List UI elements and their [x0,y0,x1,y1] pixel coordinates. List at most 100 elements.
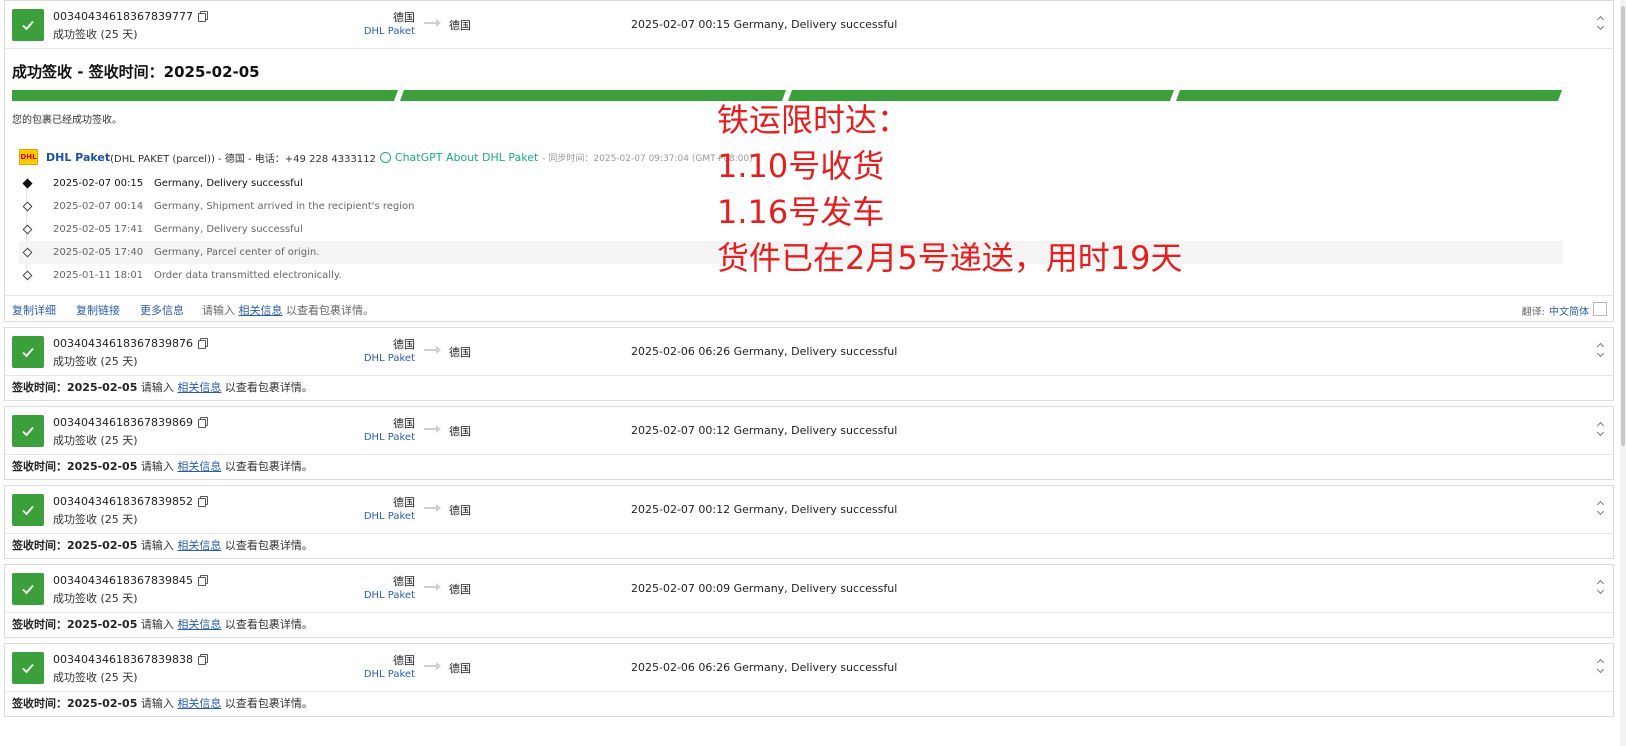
chatgpt-icon [379,151,391,163]
card-footer: 签收时间：2025-02-05 请输入 相关信息 以查看包裹详情。 [5,691,1613,717]
delivered-title: 成功签收 - 签收时间：2025-02-05 [12,63,260,81]
delivered-message: 您的包裹已经成功签收。 [12,115,122,126]
annotation-line: 1.16号发车 [717,193,885,231]
related-info-link[interactable]: 相关信息 [177,539,221,552]
copy-icon[interactable] [197,654,208,665]
expand-toggle-icon[interactable] [1597,658,1605,674]
destination-country: 德国 [449,425,471,438]
card-footer: 签收时间：2025-02-05 请输入 相关信息 以查看包裹详情。 [5,454,1613,480]
delivered-check-icon [12,415,44,447]
expand-toggle-icon[interactable] [1597,500,1605,516]
event-time: 2025-02-05 17:40 [53,247,144,258]
tracking-number: 00340434618367839869 [53,416,208,429]
related-info-link[interactable]: 相关信息 [239,304,283,317]
event-description: Order data transmitted electronically. [154,270,342,281]
destination-country: 德国 [449,346,471,359]
shipment-card: 00340434618367839852 成功签收 (25 天) 德国 DHL Pak… [4,485,1614,559]
event-time: 2025-02-07 00:14 [53,201,144,212]
status-text: 成功签收 (25 天) [53,434,138,447]
status-text: 成功签收 (25 天) [53,592,138,605]
event-time: 2025-01-11 18:01 [53,270,144,281]
event-description: Germany, Delivery successful [154,224,303,235]
timeline-dot-icon [22,178,33,189]
latest-event: 2025-02-07 00:09 Germany, Delivery succe… [631,582,898,595]
expand-toggle-icon[interactable] [1597,579,1605,595]
related-info-link[interactable]: 相关信息 [177,697,221,710]
copy-icon[interactable] [197,417,208,428]
expand-toggle-icon[interactable] [1597,342,1605,358]
translate-checkbox[interactable] [1593,302,1607,316]
carrier-link[interactable]: DHL Paket [355,510,415,524]
card-header[interactable]: 00340434618367839845 成功签收 (25 天) 德国 DHL Pak… [5,565,1613,612]
origin-country: 德国 DHL Paket [355,338,415,366]
shipment-card: 00340434618367839869 成功签收 (25 天) 德国 DHL Pak… [4,406,1614,480]
event-time: 2025-02-05 17:41 [53,224,144,235]
card-header[interactable]: 00340434618367839838 成功签收 (25 天) 德国 DHL Pak… [5,644,1613,691]
origin-country: 德国 DHL Paket [355,654,415,682]
latest-event: 2025-02-06 06:26 Germany, Delivery succe… [631,345,898,358]
route-arrow-icon [424,19,441,27]
route-arrow-icon [424,425,441,433]
card-footer: 签收时间：2025-02-05 请输入 相关信息 以查看包裹详情。 [5,533,1613,559]
status-text: 成功签收 (25 天) [53,28,138,41]
more-info-button[interactable]: 更多信息 [140,302,184,318]
related-info-link[interactable]: 相关信息 [177,460,221,473]
carrier-link[interactable]: DHL Paket [355,431,415,445]
related-info-link[interactable]: 相关信息 [177,381,221,394]
card-footer: 签收时间：2025-02-05 请输入 相关信息 以查看包裹详情。 [5,375,1613,401]
copy-icon[interactable] [197,338,208,349]
timeline-dot-icon [22,247,33,258]
carrier-link[interactable]: DHL Paket [355,668,415,682]
card-header[interactable]: 00340434618367839869 成功签收 (25 天) 德国 DHL Pak… [5,407,1613,454]
timeline-dot-icon [22,270,33,281]
copy-icon[interactable] [197,575,208,586]
status-text: 成功签收 (25 天) [53,671,138,684]
related-info-link[interactable]: 相关信息 [177,618,221,631]
info-hint: 请输入 相关信息 以查看包裹详情。 [202,304,374,317]
annotation-line: 货件已在2月5号递送，用时19天 [717,239,1183,277]
provider-info: (DHL PAKET (parcel)) - 德国 - 电话：+49 228 4… [110,153,376,165]
delivered-check-icon [12,573,44,605]
destination-country: 德国 [449,19,471,32]
shipment-card: 00340434618367839876 成功签收 (25 天) 德国 DHL Pak… [4,327,1614,401]
origin-country: 德国 DHL Paket [355,417,415,445]
origin-country: 德国 DHL Paket [355,496,415,524]
copy-detail-button[interactable]: 复制详细 [12,302,56,318]
tracking-number: 00340434618367839838 [53,653,208,666]
destination-country: 德国 [449,662,471,675]
card-header[interactable]: 00340434618367839777 成功签收 (25 天) 德国 DHL P… [5,1,1613,48]
delivered-check-icon [12,494,44,526]
carrier-link[interactable]: DHL Paket [355,589,415,603]
annotation-line: 铁运限时达： [717,101,910,139]
delivered-check-icon [12,9,44,41]
status-text: 成功签收 (25 天) [53,513,138,526]
origin-country: 德国 DHL Paket [355,575,415,603]
event-description: Germany, Shipment arrived in the recipie… [154,201,415,212]
copy-link-button[interactable]: 复制链接 [76,302,120,318]
card-header[interactable]: 00340434618367839852 成功签收 (25 天) 德国 DHL Pak… [5,486,1613,533]
card-footer: 签收时间：2025-02-05 请输入 相关信息 以查看包裹详情。 [5,612,1613,638]
status-text: 成功签收 (25 天) [53,355,138,368]
provider-line: DHL DHL Paket (DHL PAKET (parcel)) - 德国 … [19,149,753,165]
route-arrow-icon [424,662,441,670]
delivered-time-label: 签收时间：2025-02-05 [12,618,138,631]
copy-icon[interactable] [197,11,208,22]
collapse-toggle-icon[interactable] [1597,15,1605,31]
delivered-check-icon [12,652,44,684]
carrier-link[interactable]: DHL Paket [355,25,415,39]
carrier-link[interactable]: DHL Paket [355,352,415,366]
page-scrollbar[interactable] [1620,0,1626,746]
chatgpt-link[interactable]: ChatGPT About DHL Paket [395,151,538,164]
card-header[interactable]: 00340434618367839876 成功签收 (25 天) 德国 DHL Pak… [5,328,1613,375]
delivered-time-label: 签收时间：2025-02-05 [12,460,138,473]
translate-language-select[interactable]: 中文简体 [1549,307,1589,318]
tracking-number: 00340434618367839845 [53,574,208,587]
scrollbar-thumb[interactable] [1621,6,1625,446]
destination-country: 德国 [449,583,471,596]
route-arrow-icon [424,346,441,354]
expand-toggle-icon[interactable] [1597,421,1605,437]
delivered-check-icon [12,336,44,368]
provider-name[interactable]: DHL Paket [46,151,110,164]
delivered-time-label: 签收时间：2025-02-05 [12,381,138,394]
copy-icon[interactable] [197,496,208,507]
